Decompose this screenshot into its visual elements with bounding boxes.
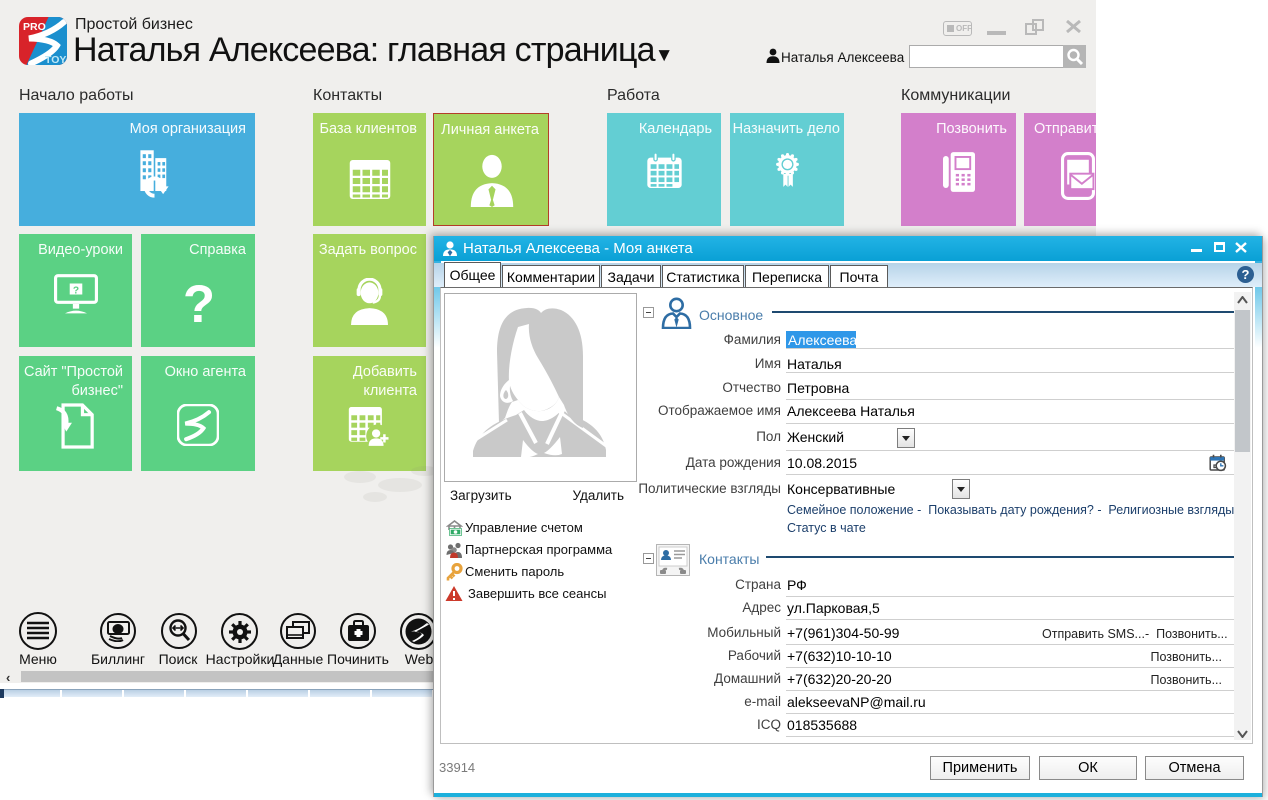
svg-text:?: ? <box>73 285 79 296</box>
svg-text:?: ? <box>183 276 215 332</box>
svg-text:TOY: TOY <box>45 54 66 65</box>
svg-text:PRO: PRO <box>23 21 46 33</box>
